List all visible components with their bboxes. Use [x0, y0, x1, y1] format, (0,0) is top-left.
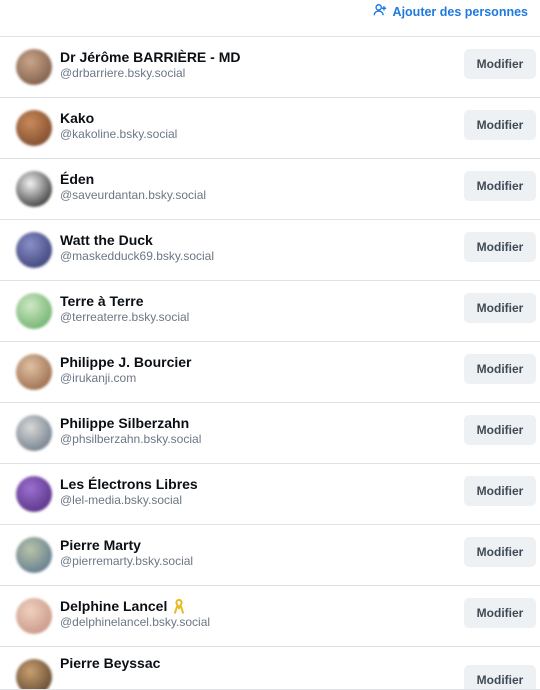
avatar[interactable] [16, 354, 52, 390]
avatar[interactable] [16, 415, 52, 451]
member-name-text: Pierre Marty [60, 537, 141, 553]
add-person-icon [373, 3, 387, 20]
avatar[interactable] [16, 171, 52, 207]
member-name[interactable]: Les Électrons Libres [60, 476, 464, 493]
member-info: Philippe Silberzahn @phsilberzahn.bsky.so… [60, 415, 464, 447]
list-item[interactable]: Delphine Lancel @delphinelancel.bsky.soci… [0, 586, 540, 647]
list-item[interactable]: Watt the Duck @maskedduck69.bsky.social Mo… [0, 220, 540, 281]
member-name-text: Delphine Lancel [60, 598, 168, 614]
list-item[interactable]: Pierre Beyssac Modifier [0, 647, 540, 690]
modify-button[interactable]: Modifier [464, 354, 536, 384]
member-info: Éden @saveurdantan.bsky.social [60, 171, 464, 203]
member-name-text: Les Électrons Libres [60, 476, 198, 492]
avatar[interactable] [16, 232, 52, 268]
member-name-text: Terre à Terre [60, 293, 144, 309]
modify-button[interactable]: Modifier [464, 665, 536, 689]
member-info: Dr Jérôme BARRIÈRE - MD @drbarriere.bsky.… [60, 49, 464, 81]
member-info: Terre à Terre @terreaterre.bsky.social [60, 293, 464, 325]
yellow-ribbon-icon [173, 598, 185, 615]
modify-button[interactable]: Modifier [464, 110, 536, 140]
member-handle: @kakoline.bsky.social [60, 127, 178, 141]
list-item[interactable]: Pierre Marty @pierremarty.bsky.social Modi… [0, 525, 540, 586]
member-name-text: Philippe Silberzahn [60, 415, 190, 431]
member-handle: @irukanji.com [60, 371, 137, 385]
member-name[interactable]: Philippe J. Bourcier [60, 354, 464, 371]
member-info: Pierre Marty @pierremarty.bsky.social [60, 537, 464, 569]
list-item[interactable]: Les Électrons Libres @lel-media.bsky.soci… [0, 464, 540, 525]
modify-button[interactable]: Modifier [464, 49, 536, 79]
member-name[interactable]: Dr Jérôme BARRIÈRE - MD [60, 49, 464, 66]
member-list: Dr Jérôme BARRIÈRE - MD @drbarriere.bsky.… [0, 37, 540, 690]
member-name-text: Kako [60, 110, 95, 126]
list-item[interactable]: Philippe Silberzahn @phsilberzahn.bsky.so… [0, 403, 540, 464]
member-handle: @pierremarty.bsky.social [60, 554, 194, 568]
member-handle: @saveurdantan.bsky.social [60, 188, 207, 202]
modify-button[interactable]: Modifier [464, 232, 536, 262]
avatar[interactable] [16, 476, 52, 512]
list-item[interactable]: Dr Jérôme BARRIÈRE - MD @drbarriere.bsky.… [0, 37, 540, 98]
member-name-text: Watt the Duck [60, 232, 153, 248]
member-info: Delphine Lancel @delphinelancel.bsky.soci… [60, 598, 464, 630]
add-people-button[interactable]: Ajouter des personnes [373, 3, 528, 20]
member-name[interactable]: Pierre Marty [60, 537, 464, 554]
modify-button[interactable]: Modifier [464, 598, 536, 628]
avatar[interactable] [16, 537, 52, 573]
list-item[interactable]: Philippe J. Bourcier @irukanji.com Modifie… [0, 342, 540, 403]
member-name[interactable]: Watt the Duck [60, 232, 464, 249]
member-name[interactable]: Éden [60, 171, 464, 188]
member-name-text: Éden [60, 171, 95, 187]
member-name-text: Pierre Beyssac [60, 655, 161, 671]
member-handle: @terreaterre.bsky.social [60, 310, 190, 324]
avatar[interactable] [16, 598, 52, 634]
member-handle: @drbarriere.bsky.social [60, 66, 186, 80]
avatar[interactable] [16, 49, 52, 85]
list-item[interactable]: Éden @saveurdantan.bsky.social Modifier [0, 159, 540, 220]
modify-button[interactable]: Modifier [464, 171, 536, 201]
member-name[interactable]: Terre à Terre [60, 293, 464, 310]
member-name[interactable]: Philippe Silberzahn [60, 415, 464, 432]
list-item[interactable]: Kako @kakoline.bsky.social Modifier [0, 98, 540, 159]
member-info: Les Électrons Libres @lel-media.bsky.soci… [60, 476, 464, 508]
list-item[interactable]: Terre à Terre @terreaterre.bsky.social Mod… [0, 281, 540, 342]
member-name-text: Dr Jérôme BARRIÈRE - MD [60, 49, 241, 65]
member-name-text: Philippe J. Bourcier [60, 354, 192, 370]
modify-button[interactable]: Modifier [464, 415, 536, 445]
member-handle: @phsilberzahn.bsky.social [60, 432, 202, 446]
modify-button[interactable]: Modifier [464, 537, 536, 567]
member-name[interactable]: Kako [60, 110, 464, 127]
member-handle: @delphinelancel.bsky.social [60, 615, 211, 629]
member-handle: @maskedduck69.bsky.social [60, 249, 215, 263]
member-name[interactable]: Delphine Lancel [60, 598, 464, 615]
member-info: Philippe J. Bourcier @irukanji.com [60, 354, 464, 386]
avatar[interactable] [16, 659, 52, 689]
add-people-label: Ajouter des personnes [392, 4, 528, 19]
member-info: Kako @kakoline.bsky.social [60, 110, 464, 142]
modify-button[interactable]: Modifier [464, 293, 536, 323]
avatar[interactable] [16, 293, 52, 329]
member-info: Pierre Beyssac [60, 655, 464, 672]
top-bar: Ajouter des personnes [0, 0, 540, 37]
avatar[interactable] [16, 110, 52, 146]
modify-button[interactable]: Modifier [464, 476, 536, 506]
member-info: Watt the Duck @maskedduck69.bsky.social [60, 232, 464, 264]
member-name[interactable]: Pierre Beyssac [60, 655, 464, 672]
member-handle: @lel-media.bsky.social [60, 493, 182, 507]
